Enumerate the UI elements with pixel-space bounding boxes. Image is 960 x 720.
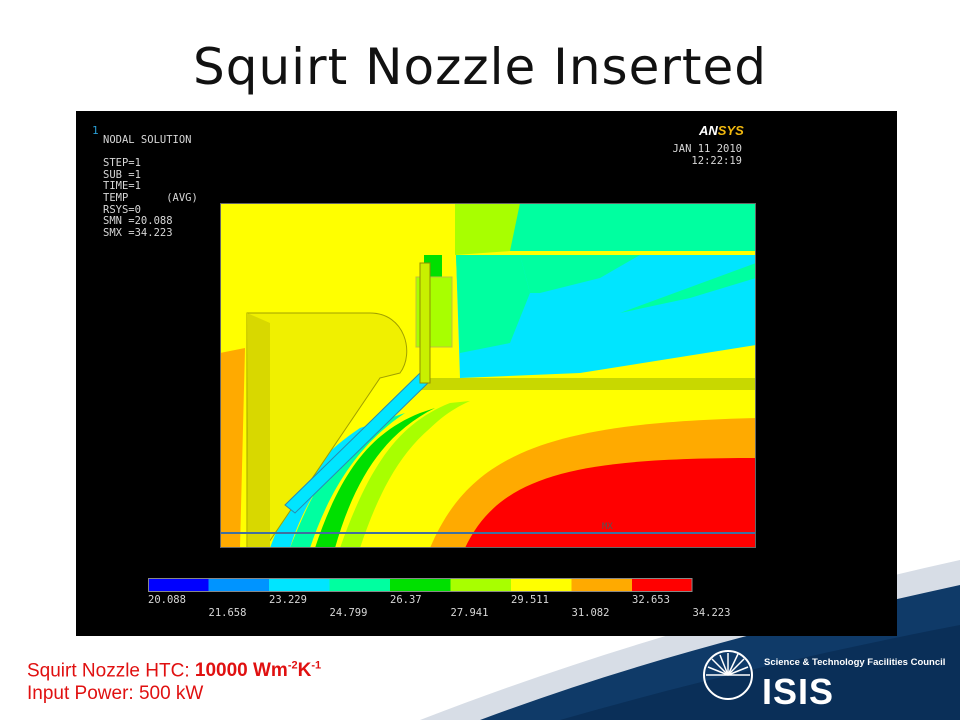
legend-label-bottom: 34.223 bbox=[692, 607, 731, 619]
stfc-logo-icon bbox=[703, 650, 753, 700]
temperature-contour: MX bbox=[220, 203, 756, 548]
legend-label-top: 20.088 bbox=[148, 594, 186, 606]
legend-swatch bbox=[511, 578, 572, 592]
ansys-logo: ANSYS bbox=[699, 123, 744, 138]
legend-label-bottom: 31.082 bbox=[571, 607, 610, 619]
legend-label-bottom: 21.658 bbox=[208, 607, 247, 619]
legend-label-bottom: 24.799 bbox=[329, 607, 368, 619]
mx-marker: MX bbox=[602, 522, 613, 532]
ansys-result-plot: 1 NODAL SOLUTION STEP=1 SUB =1 TIME=1 TEMP … bbox=[76, 111, 897, 636]
legend-swatch bbox=[148, 578, 209, 592]
legend-label-top: 29.511 bbox=[511, 594, 549, 606]
header-line: SMX =34.223 bbox=[103, 226, 173, 239]
window-number: 1 bbox=[92, 124, 99, 137]
legend-swatch bbox=[390, 578, 451, 592]
legend-swatch bbox=[450, 578, 511, 592]
council-name: Science & Technology Facilities Council bbox=[764, 657, 946, 668]
run-date: JAN 11 2010 bbox=[672, 143, 742, 155]
run-timestamp: JAN 11 2010 12:22:19 bbox=[662, 143, 742, 167]
legend-label-bottom: 27.941 bbox=[450, 607, 489, 619]
legend-swatch bbox=[208, 578, 269, 592]
legend-swatch bbox=[632, 578, 693, 592]
legend-swatch bbox=[329, 578, 390, 592]
legend-label-top: 26.37 bbox=[390, 594, 422, 606]
solution-header: NODAL SOLUTION STEP=1 SUB =1 TIME=1 TEMP (A… bbox=[103, 134, 198, 239]
caption-power: Input Power: 500 kW bbox=[27, 683, 204, 705]
header-line: TEMP (AVG) bbox=[103, 191, 198, 204]
color-legend bbox=[148, 578, 693, 592]
legend-label-top: 32.653 bbox=[632, 594, 670, 606]
caption: Squirt Nozzle HTC: 10000 Wm-2K-1 Input P… bbox=[27, 655, 321, 705]
caption-htc: Squirt Nozzle HTC: 10000 Wm-2K-1 bbox=[27, 660, 322, 682]
run-time: 12:22:19 bbox=[691, 154, 742, 167]
legend-swatch bbox=[571, 578, 632, 592]
slide-title: Squirt Nozzle Inserted bbox=[192, 38, 768, 96]
legend-label-top: 23.229 bbox=[269, 594, 307, 606]
legend-swatch bbox=[269, 578, 330, 592]
header-line: SMN =20.088 bbox=[103, 215, 173, 228]
isis-wordmark: ISIS bbox=[762, 671, 835, 712]
header-line: NODAL SOLUTION bbox=[103, 134, 192, 146]
